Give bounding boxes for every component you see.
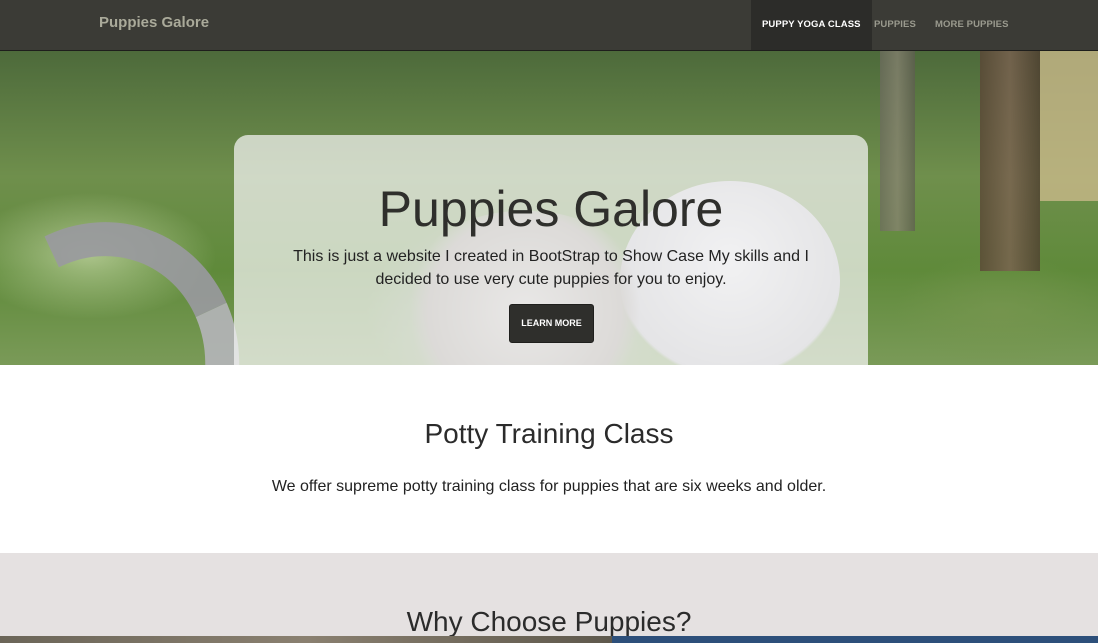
background-tree-trunk xyxy=(980,51,1040,271)
background-tree xyxy=(880,51,915,231)
hero-description: This is just a website I created in Boot… xyxy=(293,248,809,288)
why-choose-section: Why Choose Puppies? xyxy=(0,553,1098,643)
hero-jumbotron: Puppies Galore This is just a website I … xyxy=(234,135,868,365)
nav-item-puppies[interactable]: PUPPIES xyxy=(874,0,916,50)
hero-title: Puppies Galore xyxy=(378,181,724,237)
footer-image-strip xyxy=(0,636,612,643)
section-title: Potty Training Class xyxy=(424,418,674,449)
os-taskbar-strip xyxy=(612,636,1098,643)
background-wall xyxy=(1040,51,1098,201)
hero-banner: Puppies Galore This is just a website I … xyxy=(0,51,1098,365)
top-navbar: Puppies Galore PUPPY YOGA CLASS PUPPIES … xyxy=(0,0,1098,51)
section-text: We offer supreme potty training class fo… xyxy=(271,478,827,495)
nav-item-puppy-yoga-class[interactable]: PUPPY YOGA CLASS xyxy=(751,0,872,50)
potty-training-section: Potty Training Class We offer supreme po… xyxy=(0,365,1098,553)
nav-item-more-puppies[interactable]: MORE PUPPIES xyxy=(935,0,1009,50)
learn-more-button[interactable]: LEARN MORE xyxy=(509,304,594,343)
section-title: Why Choose Puppies? xyxy=(406,606,692,637)
brand-link[interactable]: Puppies Galore xyxy=(99,14,209,31)
